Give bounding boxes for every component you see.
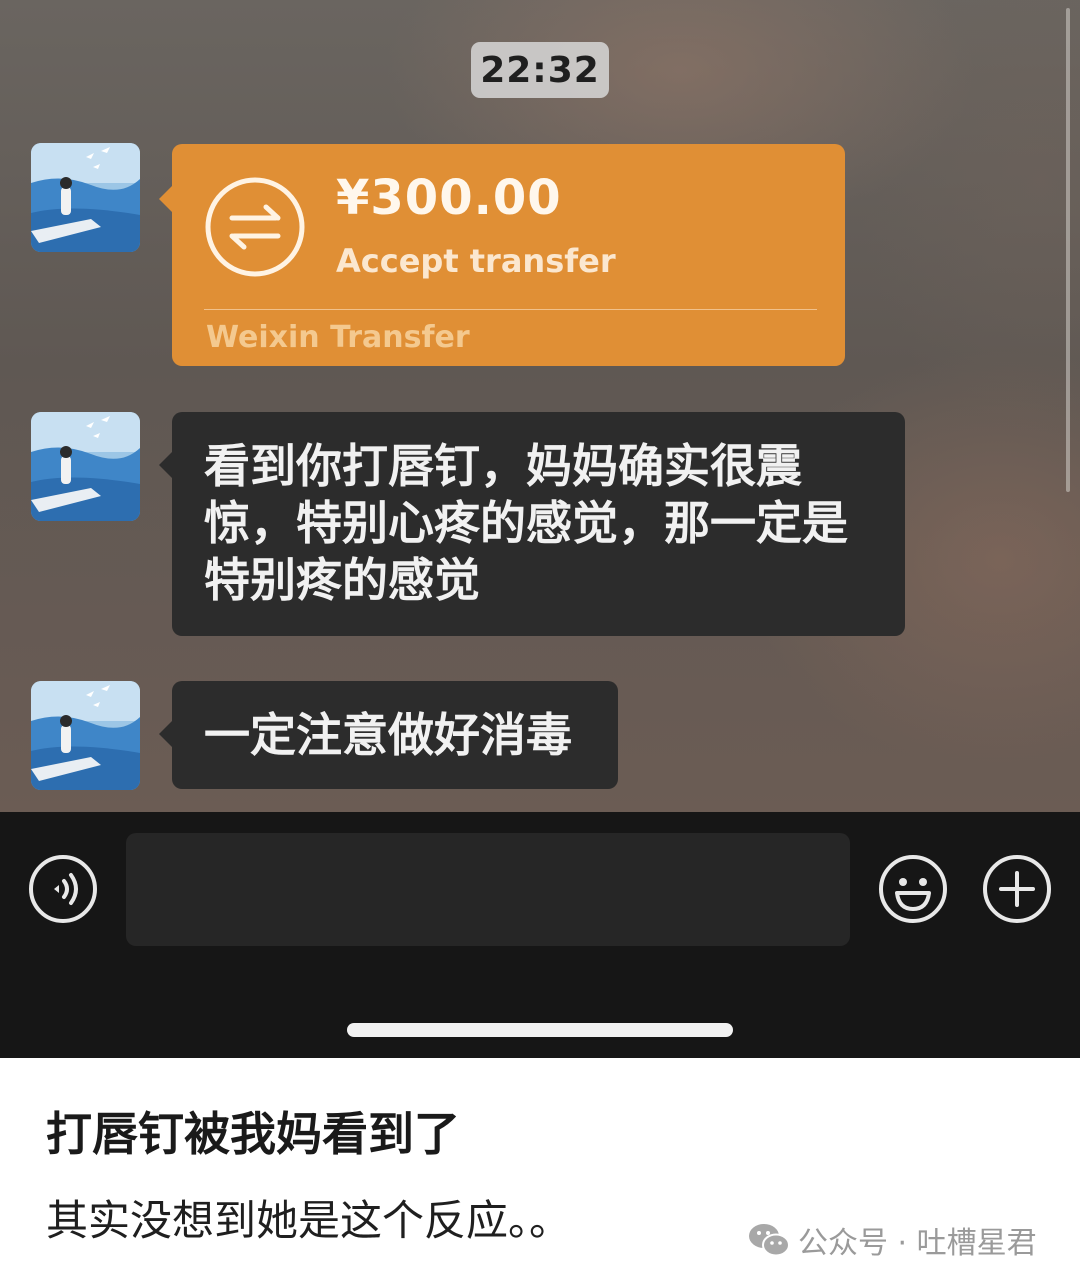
scroll-indicator: [1066, 8, 1070, 492]
transfer-footer: Weixin Transfer: [206, 320, 470, 355]
voice-icon[interactable]: [27, 853, 99, 925]
chat-area[interactable]: 22:32 ¥300.00 Accept transfer Weixin Tra…: [0, 0, 1080, 812]
caption-text: 其实没想到她是这个反应。。: [46, 1196, 572, 1245]
avatar-image: [31, 412, 140, 521]
avatar-image: [31, 143, 140, 252]
plus-icon[interactable]: [981, 853, 1053, 925]
message-input[interactable]: [126, 833, 850, 946]
wechat-icon: [749, 1224, 790, 1257]
avatar-image: [31, 681, 140, 790]
emoji-icon[interactable]: [877, 853, 949, 925]
transfer-divider: [204, 309, 817, 310]
transfer-status: Accept transfer: [336, 242, 616, 280]
avatar[interactable]: [31, 412, 140, 521]
timestamp-badge: 22:32: [471, 42, 609, 98]
home-indicator: [347, 1023, 733, 1037]
transfer-amount: ¥300.00: [336, 170, 562, 226]
avatar[interactable]: [31, 681, 140, 790]
watermark-text: 公众号 · 吐槽星君: [798, 1226, 1037, 1261]
transfer-arrows-icon: [205, 177, 305, 277]
message-bubble[interactable]: 看到你打唇钉，妈妈确实很震惊，特别心疼的感觉，那一定是特别疼的感觉: [159, 412, 905, 636]
watermark: 公众号 · 吐槽星君: [748, 1218, 1037, 1262]
avatar[interactable]: [31, 143, 140, 252]
message-bubble[interactable]: 一定注意做好消毒: [159, 681, 618, 789]
caption-title: 打唇钉被我妈看到了: [46, 1107, 460, 1161]
transfer-bubble[interactable]: ¥300.00 Accept transfer Weixin Transfer: [159, 144, 845, 366]
